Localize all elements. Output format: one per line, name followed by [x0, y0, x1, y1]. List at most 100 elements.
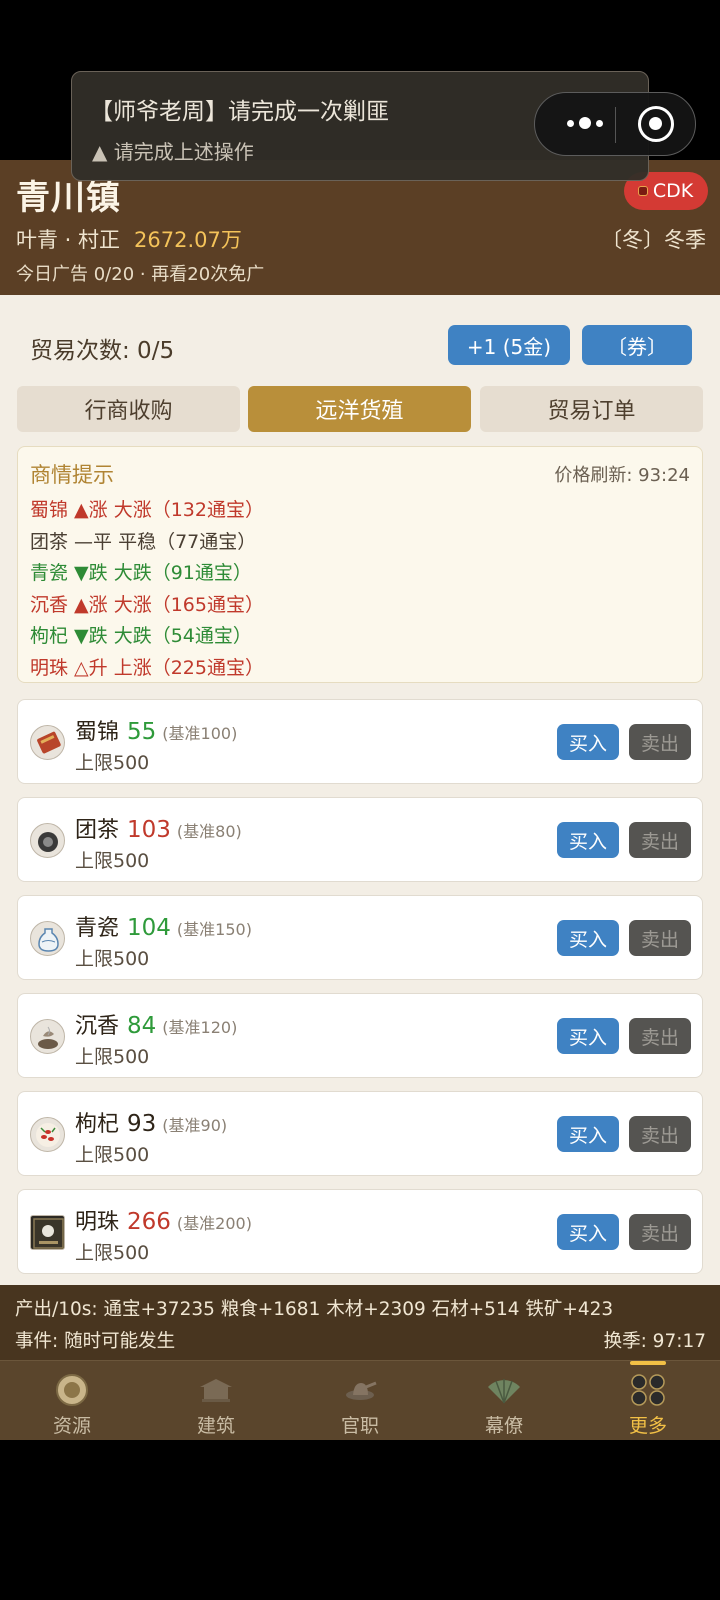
goods-row: 枸杞 93 (基准90) 上限500 买入 卖出	[17, 1091, 703, 1176]
resource-icon	[54, 1373, 90, 1407]
market-tips-title: 商情提示	[30, 463, 114, 487]
goods-row: 青瓷 104 (基准150) 上限500 买入 卖出	[17, 895, 703, 980]
goods-name: 青瓷	[75, 916, 120, 941]
nav-resources[interactable]: 资源	[0, 1361, 144, 1441]
building-icon	[198, 1373, 234, 1407]
goods-limit: 上限500	[75, 1242, 150, 1264]
trade-panel: 贸易次数: 0/5 +1 (5金) 〔券〕 行商收购 远洋货殖 贸易订单 商情提…	[0, 295, 720, 1285]
porcelain-icon	[30, 921, 65, 956]
buy-button[interactable]: 买入	[557, 1214, 619, 1250]
buy-button[interactable]: 买入	[557, 724, 619, 760]
goods-name-line: 明珠 266 (基准200)	[75, 1204, 252, 1236]
goods-price: 104	[127, 915, 171, 941]
buy-button[interactable]: 买入	[557, 822, 619, 858]
goods-limit: 上限500	[75, 1144, 150, 1166]
production-info-bar: 产出/10s: 通宝+37235 粮食+1681 木材+2309 石材+514 …	[0, 1285, 720, 1360]
price-refresh-timer: 价格刷新: 93:24	[554, 465, 690, 486]
more-icon	[630, 1373, 666, 1407]
cdk-label: CDK	[652, 180, 694, 202]
goods-name-line: 蜀锦 55 (基准100)	[75, 714, 237, 746]
coupon-button[interactable]: 〔券〕	[582, 325, 692, 365]
goods-price: 55	[127, 719, 157, 745]
sell-button[interactable]: 卖出	[629, 920, 691, 956]
market-tip: 团茶 —平 平稳（77通宝）	[30, 531, 257, 553]
season-label: 〔冬〕冬季	[601, 228, 706, 252]
goods-base-price: (基准90)	[162, 1116, 228, 1135]
goods-name-line: 青瓷 104 (基准150)	[75, 910, 252, 942]
goods-base-price: (基准200)	[176, 1214, 252, 1233]
miniprogram-capsule	[534, 92, 696, 156]
season-swap-timer: 换季: 97:17	[603, 1331, 706, 1352]
goods-row: 明珠 266 (基准200) 上限500 买入 卖出	[17, 1189, 703, 1274]
bottom-nav: 资源 建筑 官职 幕僚 更多	[0, 1360, 720, 1440]
nav-officials[interactable]: 官职	[288, 1361, 432, 1441]
market-tip: 青瓷 ▼跌 大跌（91通宝）	[30, 562, 252, 584]
gift-icon	[638, 187, 647, 195]
goods-row: 团茶 103 (基准80) 上限500 买入 卖出	[17, 797, 703, 882]
close-target-icon[interactable]	[638, 106, 674, 142]
brocade-icon	[30, 725, 65, 760]
goods-name-line: 团茶 103 (基准80)	[75, 812, 242, 844]
buy-button[interactable]: 买入	[557, 920, 619, 956]
sell-button[interactable]: 卖出	[629, 1214, 691, 1250]
goods-base-price: (基准120)	[162, 1018, 238, 1037]
goods-limit: 上限500	[75, 1046, 150, 1068]
goods-limit: 上限500	[75, 948, 150, 970]
market-tip: 枸杞 ▼跌 大跌（54通宝）	[30, 625, 252, 647]
nav-more[interactable]: 更多	[576, 1361, 720, 1441]
goods-base-price: (基准100)	[162, 724, 238, 743]
trade-count: 贸易次数: 0/5	[30, 338, 175, 364]
ads-counter: 今日广告 0/20 · 再看20次免广	[16, 264, 265, 285]
goods-name: 沉香	[75, 1014, 120, 1039]
tab-merchant-purchase[interactable]: 行商收购	[17, 386, 240, 432]
nav-label: 幕僚	[484, 1415, 523, 1437]
active-tab-indicator	[630, 1361, 666, 1365]
goods-row: 蜀锦 55 (基准100) 上限500 买入 卖出	[17, 699, 703, 784]
nav-label: 资源	[52, 1415, 91, 1437]
goods-limit: 上限500	[75, 850, 150, 872]
trade-tabs: 行商收购 远洋货殖 贸易订单	[17, 386, 703, 432]
more-dots-icon[interactable]	[555, 105, 615, 141]
official-hat-icon	[342, 1373, 378, 1407]
pearl-icon	[30, 1215, 65, 1250]
buy-button[interactable]: 买入	[557, 1116, 619, 1152]
player-info: 叶青 · 村正 2672.07万	[16, 224, 242, 254]
tab-ocean-trade[interactable]: 远洋货殖	[248, 386, 471, 432]
event-status: 事件: 随时可能发生	[15, 1331, 176, 1352]
market-tips-card: 商情提示 价格刷新: 93:24 蜀锦 ▲涨 大涨（132通宝） 团茶 —平 平…	[17, 446, 703, 683]
goods-price: 266	[127, 1209, 171, 1235]
market-tip: 蜀锦 ▲涨 大涨（132通宝）	[30, 499, 264, 521]
goods-price: 84	[127, 1013, 157, 1039]
market-tip: 沉香 ▲涨 大涨（165通宝）	[30, 594, 264, 616]
sell-button[interactable]: 卖出	[629, 1018, 691, 1054]
goods-base-price: (基准150)	[176, 920, 252, 939]
incense-icon	[30, 1019, 65, 1054]
goods-name: 蜀锦	[75, 720, 120, 745]
nav-buildings[interactable]: 建筑	[144, 1361, 288, 1441]
goods-price: 103	[127, 817, 171, 843]
player-title: 叶青 · 村正	[16, 228, 121, 252]
goods-price: 93	[127, 1111, 157, 1137]
sell-button[interactable]: 卖出	[629, 724, 691, 760]
goods-name-line: 枸杞 93 (基准90)	[75, 1106, 227, 1138]
goods-base-price: (基准80)	[176, 822, 242, 841]
nav-advisors[interactable]: 幕僚	[432, 1361, 576, 1441]
goods-name: 明珠	[75, 1210, 120, 1235]
tab-trade-orders[interactable]: 贸易订单	[480, 386, 703, 432]
tea-icon	[30, 823, 65, 858]
goods-name: 团茶	[75, 818, 120, 843]
buy-button[interactable]: 买入	[557, 1018, 619, 1054]
toast-title: 【师爷老周】请完成一次剿匪	[90, 99, 389, 125]
goods-row: 沉香 84 (基准120) 上限500 买入 卖出	[17, 993, 703, 1078]
goods-name: 枸杞	[75, 1112, 120, 1137]
sell-button[interactable]: 卖出	[629, 822, 691, 858]
goods-limit: 上限500	[75, 752, 150, 774]
goods-name-line: 沉香 84 (基准120)	[75, 1008, 237, 1040]
add-trade-button[interactable]: +1 (5金)	[448, 325, 570, 365]
wealth-value: 2672.07万	[134, 228, 242, 252]
advisor-fan-icon	[486, 1373, 522, 1407]
nav-label: 更多	[628, 1415, 667, 1437]
toast-subtitle: ▲ 请完成上述操作	[92, 140, 254, 164]
bottom-black-area	[0, 1440, 720, 1600]
sell-button[interactable]: 卖出	[629, 1116, 691, 1152]
